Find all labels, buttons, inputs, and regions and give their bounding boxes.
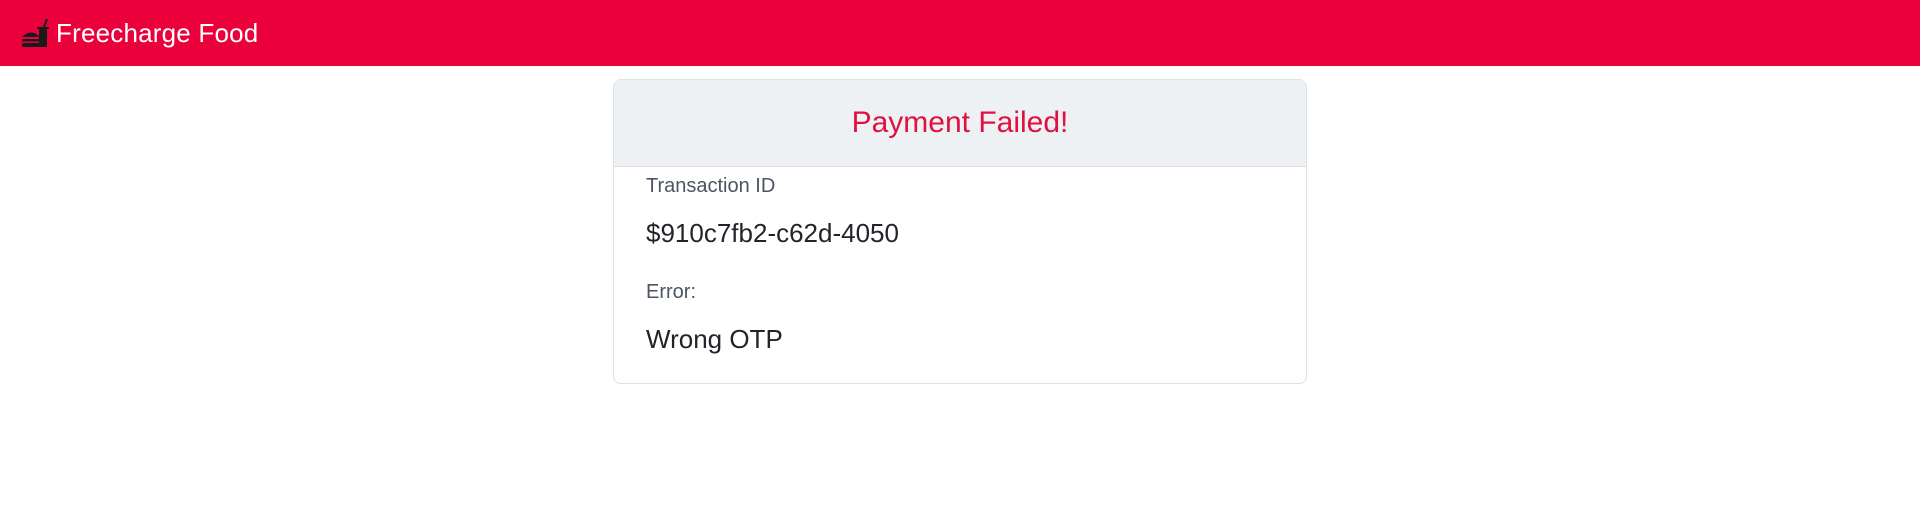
payment-status-title: Payment Failed! xyxy=(851,106,1069,139)
hamburger-food-icon xyxy=(20,17,50,49)
error-message: Wrong OTP xyxy=(646,324,783,354)
transaction-id-value: $910c7fb2-c62d-4050 xyxy=(646,218,899,248)
payment-status-card: Payment Failed! Transaction ID $910c7fb2… xyxy=(613,79,1307,384)
brand-link[interactable]: Freecharge Food xyxy=(20,17,258,49)
top-navbar: Freecharge Food xyxy=(0,0,1920,66)
error-label: Error: xyxy=(646,281,696,303)
transaction-id-label: Transaction ID xyxy=(646,175,776,197)
card-header: Payment Failed! xyxy=(614,80,1306,167)
card-body: Transaction ID $910c7fb2-c62d-4050 Error… xyxy=(614,173,1306,355)
brand-name: Freecharge Food xyxy=(56,17,259,48)
